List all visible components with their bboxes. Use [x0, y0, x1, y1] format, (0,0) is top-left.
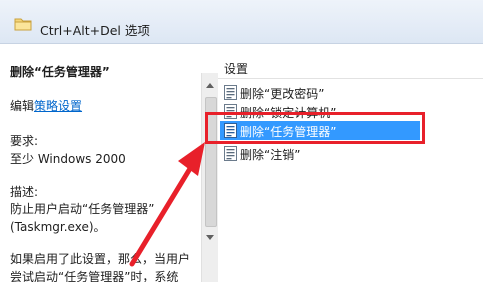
description-text-line-4: 尝试启动“任务管理器”时，系统: [10, 270, 179, 282]
list-item-remove-logoff[interactable]: 删除“注销”: [224, 143, 474, 163]
scroll-up-icon[interactable]: [206, 83, 214, 88]
description-pane: 删除“任务管理器” 编辑策略设置 要求: 至少 Windows 2000 描述:…: [0, 45, 201, 282]
list-item-label: 删除“注销”: [240, 148, 301, 162]
requirements-label: 要求:: [10, 134, 39, 148]
window-title: Ctrl+Alt+Del 选项: [40, 23, 150, 38]
list-item-label: 删除“更改密码”: [240, 87, 325, 101]
settings-list-pane: 设置 删除“更改密码” 删除“锁定计算机” 删除“注销”: [218, 45, 483, 282]
policy-title: 删除“任务管理器”: [10, 65, 110, 79]
scroll-down-icon[interactable]: [206, 235, 214, 240]
settings-column-header[interactable]: 设置: [218, 55, 483, 79]
description-text-line-3: 如果启用了此设置，那么，当用户: [10, 252, 191, 266]
policy-doc-icon: [224, 85, 237, 100]
edit-prefix: 编辑: [10, 99, 35, 113]
edit-policy-link[interactable]: 策略设置: [34, 99, 82, 113]
annotation-highlight-box: [205, 112, 425, 144]
window-header: Ctrl+Alt+Del 选项: [0, 0, 483, 44]
description-text-line-2: (Taskmgr.exe)。: [10, 220, 106, 234]
list-item-remove-change-password[interactable]: 删除“更改密码”: [224, 82, 474, 102]
requirements-value: 至少 Windows 2000: [10, 152, 126, 166]
settings-column-label: 设置: [224, 62, 249, 76]
description-label: 描述:: [10, 185, 39, 199]
description-text-line-1: 防止用户启动“任务管理器”: [10, 202, 155, 216]
policy-doc-icon: [224, 146, 237, 161]
folder-icon: [14, 18, 32, 31]
description-scrollbar[interactable]: [201, 73, 218, 282]
edit-policy-line: 编辑策略设置: [10, 97, 82, 114]
